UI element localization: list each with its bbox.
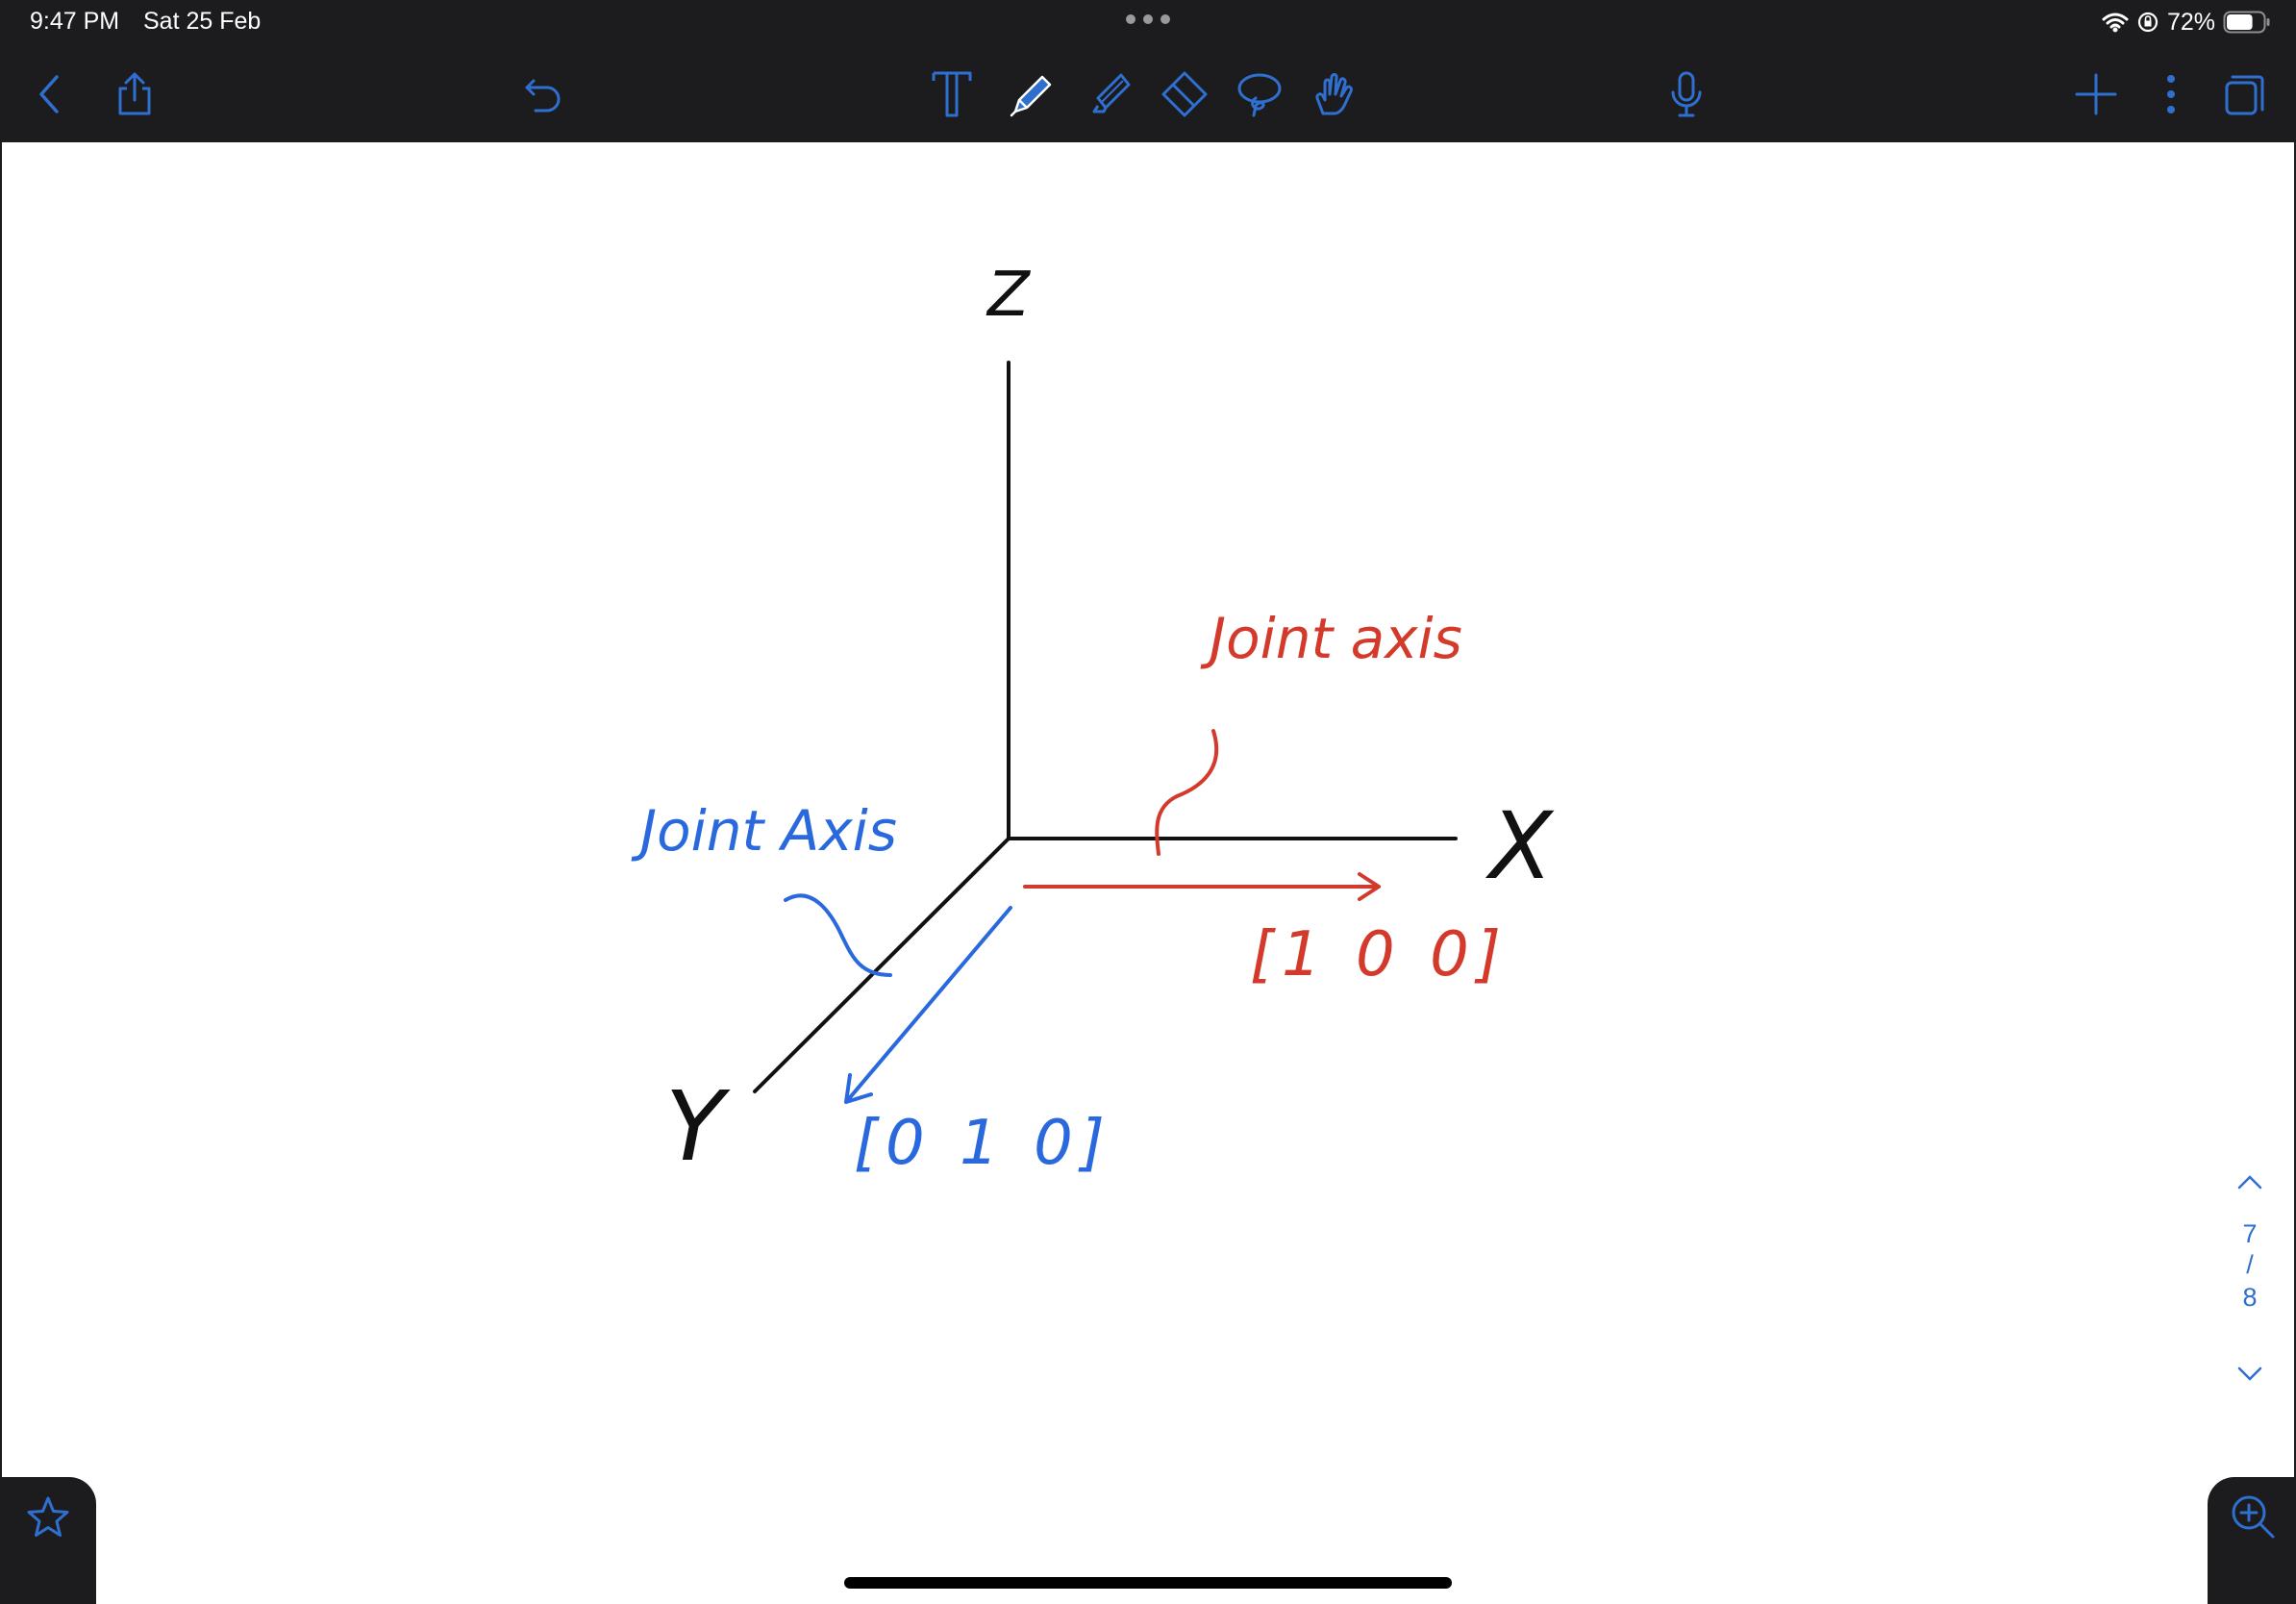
page-navigator: 7 / 8 xyxy=(2221,1173,2279,1404)
battery-percentage: 72% xyxy=(2166,8,2215,36)
handwritten-drawing[interactable]: Z X Y Joint axis [1 0 0] Joint Axis [0 1… xyxy=(2,142,2294,1604)
orientation-lock-icon xyxy=(2137,12,2159,33)
add-page-button[interactable] xyxy=(2069,67,2123,121)
text-tool-button[interactable] xyxy=(925,67,979,121)
zoom-in-icon xyxy=(2232,1495,2275,1539)
blue-vector-arrow xyxy=(844,906,1012,1104)
status-date: Sat 25 Feb xyxy=(143,8,262,35)
axis-label-y: Y xyxy=(665,1070,731,1183)
battery-icon xyxy=(2223,11,2270,34)
microphone-icon xyxy=(1671,71,1702,117)
microphone-button[interactable] xyxy=(1660,67,1713,121)
blue-joint-axis-label: Joint Axis xyxy=(631,798,897,864)
highlighter-tool-button[interactable] xyxy=(1085,67,1138,121)
red-vector-label: [1 0 0] xyxy=(1250,919,1509,990)
status-time: 9:47 PM xyxy=(30,8,120,35)
blue-vector-label: [0 1 0] xyxy=(854,1108,1112,1179)
star-icon xyxy=(27,1496,69,1537)
status-bar: 9:47 PM Sat 25 Feb 72% xyxy=(0,0,2296,44)
wifi-icon xyxy=(2102,13,2129,33)
hand-tool-icon xyxy=(1315,73,1353,115)
home-indicator[interactable] xyxy=(844,1577,1452,1589)
hand-tool-button[interactable] xyxy=(1308,67,1361,121)
eraser-tool-button[interactable] xyxy=(1158,67,1211,121)
multitasking-dots-icon[interactable] xyxy=(1125,13,1171,25)
undo-button[interactable] xyxy=(516,67,570,121)
more-options-button[interactable] xyxy=(2144,67,2198,121)
total-page-count: 8 xyxy=(2242,1283,2258,1312)
previous-page-chevron-icon[interactable] xyxy=(2236,1173,2263,1190)
text-tool-icon xyxy=(932,71,972,117)
red-joint-axis-label: Joint axis xyxy=(1200,606,1462,671)
next-page-chevron-icon[interactable] xyxy=(2236,1366,2263,1383)
page-number-separator: / xyxy=(2246,1250,2254,1279)
undo-icon xyxy=(525,79,561,113)
lasso-tool-button[interactable] xyxy=(1233,67,1286,121)
pages-overview-icon xyxy=(2225,75,2264,115)
back-chevron-icon xyxy=(39,75,59,113)
more-options-icon xyxy=(2167,75,2175,113)
add-page-icon xyxy=(2075,73,2117,115)
eraser-tool-icon xyxy=(1161,71,1208,117)
blue-leader-line xyxy=(784,893,892,977)
zoom-button[interactable] xyxy=(2208,1477,2296,1604)
axis-label-z: Z xyxy=(986,260,1031,331)
toolbar xyxy=(0,44,2296,142)
highlighter-tool-icon xyxy=(1092,73,1131,113)
pages-overview-button[interactable] xyxy=(2217,67,2271,121)
note-page[interactable]: Z X Y Joint axis [1 0 0] Joint Axis [0 1… xyxy=(2,142,2294,1604)
axis-label-x: X xyxy=(1485,792,1555,900)
pen-tool-button[interactable] xyxy=(1006,67,1060,121)
current-page-number: 7 xyxy=(2242,1219,2258,1248)
lasso-tool-icon xyxy=(1237,73,1282,117)
back-button[interactable] xyxy=(23,67,77,121)
pen-tool-icon xyxy=(1010,75,1052,117)
share-icon xyxy=(118,72,151,115)
red-leader-line xyxy=(1155,729,1219,856)
red-vector-arrow xyxy=(1023,872,1381,901)
share-button[interactable] xyxy=(108,67,162,121)
y-axis-line xyxy=(753,837,1011,1093)
favorite-button[interactable] xyxy=(0,1477,96,1604)
